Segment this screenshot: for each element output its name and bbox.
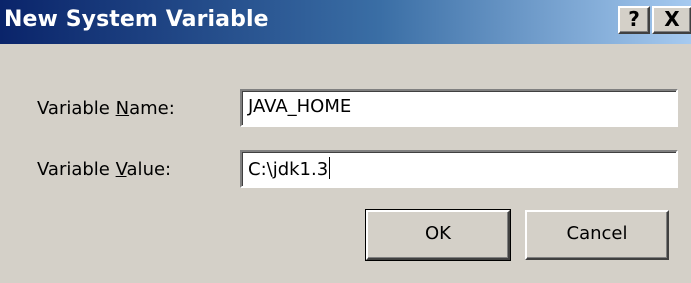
variable-value-label: Variable Value: bbox=[37, 159, 172, 180]
cancel-button[interactable]: Cancel bbox=[525, 210, 669, 260]
variable-name-text: JAVA_HOME bbox=[248, 96, 352, 117]
title-bar[interactable]: New System Variable ? X bbox=[0, 0, 691, 44]
variable-value-text: C:\jdk1.3 bbox=[248, 159, 329, 180]
variable-name-label: Variable Name: bbox=[37, 98, 175, 119]
window-title: New System Variable bbox=[4, 7, 269, 32]
text-caret bbox=[329, 157, 331, 179]
close-button[interactable]: X bbox=[652, 6, 691, 34]
new-system-variable-dialog: New System Variable ? X Variable Name: J… bbox=[0, 0, 691, 283]
variable-name-input[interactable]: JAVA_HOME bbox=[240, 89, 678, 127]
accelerator-v: V bbox=[115, 159, 127, 180]
accelerator-n: N bbox=[115, 98, 130, 119]
ok-button[interactable]: OK bbox=[365, 209, 511, 261]
variable-value-input[interactable]: C:\jdk1.3 bbox=[240, 150, 678, 188]
help-button[interactable]: ? bbox=[618, 6, 650, 34]
